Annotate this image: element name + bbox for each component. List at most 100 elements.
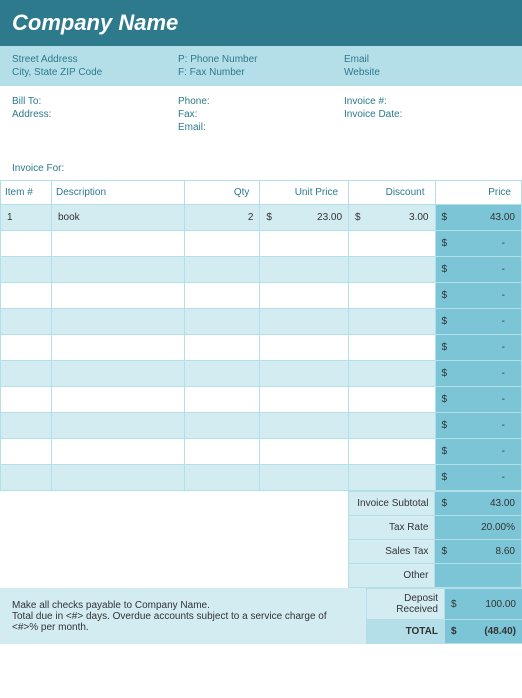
cell-item[interactable] — [1, 465, 52, 491]
line-items-table: Item # Description Qty Unit Price Discou… — [0, 180, 522, 491]
contact-col-address: Street Address City, State ZIP Code — [12, 52, 178, 80]
cell-disc[interactable] — [349, 439, 435, 465]
cell-disc[interactable] — [349, 387, 435, 413]
table-row: $- — [1, 283, 522, 309]
cell-unit[interactable] — [260, 257, 349, 283]
cell-item[interactable] — [1, 413, 52, 439]
cell-item[interactable] — [1, 335, 52, 361]
cell-unit[interactable] — [260, 335, 349, 361]
table-row: $- — [1, 257, 522, 283]
table-row: $- — [1, 439, 522, 465]
cell-desc[interactable] — [51, 283, 184, 309]
invoice-num-label: Invoice #: — [344, 96, 510, 107]
cell-unit[interactable] — [260, 309, 349, 335]
cell-disc[interactable] — [349, 283, 435, 309]
col-price-header: Price — [435, 181, 522, 205]
company-name: Company Name — [12, 10, 510, 36]
city-state-zip: City, State ZIP Code — [12, 67, 178, 78]
cell-disc[interactable] — [349, 465, 435, 491]
cell-desc[interactable] — [51, 257, 184, 283]
cell-qty[interactable] — [185, 283, 260, 309]
cell-price: $- — [435, 439, 522, 465]
address-label: Address: — [12, 109, 178, 120]
table-row: $- — [1, 335, 522, 361]
phone-label: Phone: — [178, 96, 344, 107]
cell-price: $- — [435, 335, 522, 361]
cell-price: $- — [435, 387, 522, 413]
total-label: TOTAL — [367, 620, 445, 644]
cell-desc[interactable] — [51, 387, 184, 413]
cell-desc[interactable] — [51, 335, 184, 361]
contact-col-web: Email Website — [344, 52, 510, 80]
cell-unit[interactable] — [260, 439, 349, 465]
other-value — [435, 564, 522, 588]
fax-number: F: Fax Number — [178, 67, 344, 78]
footer-note: Make all checks payable to Company Name.… — [0, 588, 366, 644]
email: Email — [344, 54, 510, 65]
other-label: Other — [348, 564, 435, 588]
table-row: $- — [1, 387, 522, 413]
cell-desc[interactable] — [51, 465, 184, 491]
billto-col-3: Invoice #: Invoice Date: — [344, 94, 510, 135]
cell-item[interactable]: 1 — [1, 205, 52, 231]
cell-desc[interactable] — [51, 309, 184, 335]
cell-disc[interactable] — [349, 361, 435, 387]
cell-unit[interactable]: $23.00 — [260, 205, 349, 231]
table-row: $- — [1, 413, 522, 439]
cell-unit[interactable] — [260, 231, 349, 257]
cell-qty[interactable] — [185, 309, 260, 335]
table-row: $- — [1, 309, 522, 335]
cell-disc[interactable] — [349, 231, 435, 257]
col-unit-header: Unit Price — [260, 181, 349, 205]
cell-price: $- — [435, 361, 522, 387]
footer-line-1: Make all checks payable to Company Name. — [12, 600, 354, 611]
cell-qty[interactable] — [185, 439, 260, 465]
cell-unit[interactable] — [260, 413, 349, 439]
cell-unit[interactable] — [260, 361, 349, 387]
cell-desc[interactable]: book — [51, 205, 184, 231]
cell-disc[interactable] — [349, 335, 435, 361]
cell-price: $- — [435, 413, 522, 439]
cell-desc[interactable] — [51, 361, 184, 387]
invoice-for-label: Invoice For: — [0, 147, 522, 180]
subtotal-label: Invoice Subtotal — [348, 492, 435, 516]
cell-desc[interactable] — [51, 439, 184, 465]
invoice-date-label: Invoice Date: — [344, 109, 510, 120]
cell-price: $- — [435, 257, 522, 283]
cell-qty[interactable] — [185, 465, 260, 491]
billto-label: Bill To: — [12, 96, 178, 107]
taxrate-label: Tax Rate — [348, 516, 435, 540]
col-desc-header: Description — [51, 181, 184, 205]
table-row: $- — [1, 465, 522, 491]
fax-label: Fax: — [178, 109, 344, 120]
cell-disc[interactable] — [349, 413, 435, 439]
cell-price: $- — [435, 283, 522, 309]
cell-qty[interactable] — [185, 231, 260, 257]
cell-desc[interactable] — [51, 231, 184, 257]
cell-unit[interactable] — [260, 283, 349, 309]
street-address: Street Address — [12, 54, 178, 65]
cell-item[interactable] — [1, 257, 52, 283]
cell-unit[interactable] — [260, 387, 349, 413]
header-band: Company Name — [0, 0, 522, 46]
cell-disc[interactable] — [349, 257, 435, 283]
cell-item[interactable] — [1, 387, 52, 413]
cell-qty[interactable] — [185, 335, 260, 361]
col-item-header: Item # — [1, 181, 52, 205]
table-row: $- — [1, 361, 522, 387]
cell-qty[interactable] — [185, 257, 260, 283]
cell-item[interactable] — [1, 231, 52, 257]
cell-qty[interactable] — [185, 361, 260, 387]
cell-item[interactable] — [1, 439, 52, 465]
cell-disc[interactable]: $3.00 — [349, 205, 435, 231]
cell-unit[interactable] — [260, 465, 349, 491]
cell-item[interactable] — [1, 283, 52, 309]
cell-item[interactable] — [1, 361, 52, 387]
cell-qty[interactable] — [185, 387, 260, 413]
cell-qty[interactable] — [185, 413, 260, 439]
cell-disc[interactable] — [349, 309, 435, 335]
cell-qty[interactable]: 2 — [185, 205, 260, 231]
cell-desc[interactable] — [51, 413, 184, 439]
cell-item[interactable] — [1, 309, 52, 335]
salestax-value: $8.60 — [435, 540, 522, 564]
